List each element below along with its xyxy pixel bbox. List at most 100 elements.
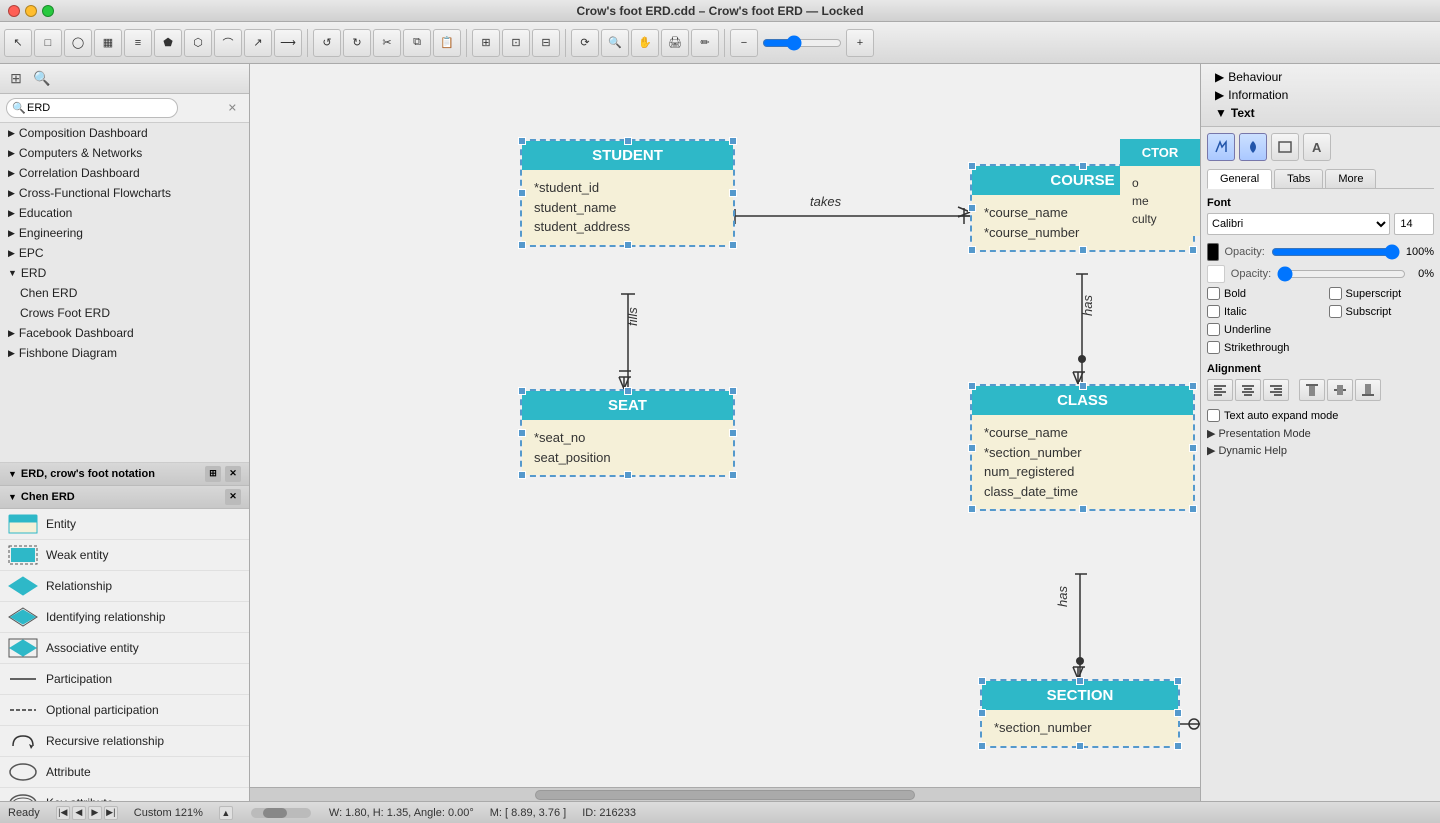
redo-tool[interactable]: ↻ [343,29,371,57]
fmt-fill-btn[interactable] [1239,133,1267,161]
handle-section-bm[interactable] [1076,742,1084,750]
close-button[interactable] [8,5,20,17]
nav-item-crows-foot[interactable]: Crows Foot ERD [0,303,249,323]
nav-item-crossfunc[interactable]: ▶ Cross-Functional Flowcharts [0,183,249,203]
color-swatch-1[interactable] [1207,243,1219,261]
opacity-slider-1[interactable] [1271,246,1400,258]
handle-class-tl[interactable] [968,382,976,390]
handle-class-br[interactable] [1189,505,1197,513]
handle-course-ml[interactable] [968,204,976,212]
align-center-btn[interactable] [1235,379,1261,401]
arrow-tool[interactable]: ↗ [244,29,272,57]
sidebar-grid-icon[interactable]: ⊞ [6,69,26,89]
presentation-mode-link[interactable]: ▶ Presentation Mode [1207,425,1434,442]
shape-tool2[interactable]: ⬟ [154,29,182,57]
rect-tool[interactable]: □ [34,29,62,57]
page-back-btn[interactable]: ◀ [72,806,86,820]
rp-tree-information[interactable]: ▶ Information [1207,86,1434,104]
superscript-checkbox[interactable] [1329,287,1342,300]
handle-seat-mr[interactable] [729,429,737,437]
panel2-close-btn[interactable]: ✕ [225,489,241,505]
table-tool[interactable]: ▦ [94,29,122,57]
rp-tree-behaviour[interactable]: ▶ Behaviour [1207,68,1434,86]
nav-item-chen-erd[interactable]: Chen ERD [0,283,249,303]
nav-item-correlation[interactable]: ▶ Correlation Dashboard [0,163,249,183]
handle-class-bm[interactable] [1079,505,1087,513]
handle-seat-bm[interactable] [624,471,632,479]
canvas-scrollbar-thumb[interactable] [535,790,915,800]
handle-seat-tm[interactable] [624,387,632,395]
zoom-in-btn[interactable]: + [846,29,874,57]
handle-student-bot-right[interactable] [729,241,737,249]
tab-tabs[interactable]: Tabs [1274,169,1323,188]
handle-course-bl[interactable] [968,246,976,254]
ellipse-tool[interactable]: ◯ [64,29,92,57]
print-tool[interactable]: 🖨 [661,29,689,57]
handle-section-bl[interactable] [978,742,986,750]
strikethrough-checkbox[interactable] [1207,341,1220,354]
valign-top-btn[interactable] [1299,379,1325,401]
zoom-fit[interactable]: ⊞ [472,29,500,57]
zoom-scrollbar-thumb[interactable] [263,808,287,818]
line-tool[interactable]: ⌒ [214,29,242,57]
color-swatch-2[interactable] [1207,265,1225,283]
opacity-slider-2[interactable] [1277,268,1406,280]
panel1-close-btn[interactable]: ✕ [225,466,241,482]
edit-tool[interactable]: ✏ [691,29,719,57]
bold-checkbox[interactable] [1207,287,1220,300]
font-size-input[interactable] [1394,213,1434,235]
handle-seat-bl[interactable] [518,471,526,479]
panel1-grid-btn[interactable]: ⊞ [205,466,221,482]
search-tool[interactable]: 🔍 [601,29,629,57]
font-family-select[interactable]: Calibri Arial Times New Roman Helvetica [1207,213,1390,235]
search-clear-icon[interactable]: ✕ [228,102,237,115]
page-fwd-btn[interactable]: ▶ [88,806,102,820]
shape-associative[interactable]: Associative entity [0,633,249,664]
shape-optional-participation[interactable]: Optional participation [0,695,249,726]
shape-attribute[interactable]: Attribute [0,757,249,788]
italic-checkbox[interactable] [1207,305,1220,318]
nav-item-facebook[interactable]: ▶ Facebook Dashboard [0,323,249,343]
page-last-btn[interactable]: ▶| [104,806,118,820]
shape-participation[interactable]: Participation [0,664,249,695]
handle-class-bl[interactable] [968,505,976,513]
handle-class-tm[interactable] [1079,382,1087,390]
align-left-btn[interactable] [1207,379,1233,401]
maximize-button[interactable] [42,5,54,17]
subscript-checkbox[interactable] [1329,305,1342,318]
auto-expand-checkbox[interactable] [1207,409,1220,422]
zoom-scrollbar[interactable] [251,808,311,818]
entity-section[interactable]: SECTION *section_number [980,679,1180,748]
handle-student-bot-left[interactable] [518,241,526,249]
align-right-btn[interactable] [1263,379,1289,401]
handle-section-br[interactable] [1174,742,1182,750]
shape-key-attribute[interactable]: Key attribute [0,788,249,802]
handle-seat-tr[interactable] [729,387,737,395]
tab-more[interactable]: More [1325,169,1376,188]
nav-item-epc[interactable]: ▶ EPC [0,243,249,263]
zoom-select[interactable]: ⊟ [532,29,560,57]
handle-class-mr[interactable] [1189,444,1197,452]
canvas-scrollbar[interactable] [250,787,1200,801]
handle-section-tm[interactable] [1076,677,1084,685]
list-tool[interactable]: ≡ [124,29,152,57]
shape-relationship[interactable]: Relationship [0,571,249,602]
entity-class[interactable]: CLASS *course_name *section_number num_r… [970,384,1195,511]
handle-student-mid-right[interactable] [729,189,737,197]
handle-section-tl[interactable] [978,677,986,685]
entity-student[interactable]: STUDENT *student_id student_name student… [520,139,735,247]
shape-identifying-rel[interactable]: Identifying relationship [0,602,249,633]
entity-seat[interactable]: SEAT *seat_no seat_position [520,389,735,477]
handle-course-tl[interactable] [968,162,976,170]
nav-item-education[interactable]: ▶ Education [0,203,249,223]
handle-section-tr[interactable] [1174,677,1182,685]
fmt-pen-btn[interactable] [1207,133,1235,161]
fmt-rect-btn[interactable] [1271,133,1299,161]
select-tool[interactable]: ↖ [4,29,32,57]
shape-recursive-rel[interactable]: Recursive relationship [0,726,249,757]
handle-student-top-right[interactable] [729,137,737,145]
cut-tool[interactable]: ✂ [373,29,401,57]
zoom-out-btn[interactable]: − [730,29,758,57]
handle-class-tr[interactable] [1189,382,1197,390]
underline-checkbox[interactable] [1207,323,1220,336]
